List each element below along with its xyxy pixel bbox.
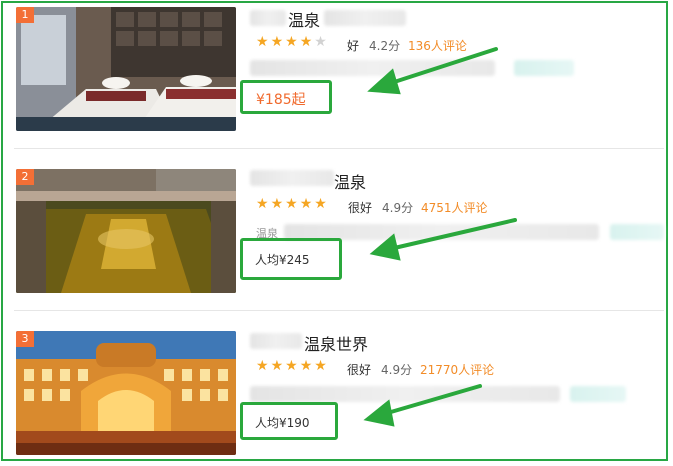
arrow-line <box>386 47 498 86</box>
arrow-head-icon <box>367 68 401 95</box>
arrow-head-icon <box>369 233 401 261</box>
arrow-line <box>382 384 482 416</box>
annotation-arrows <box>363 47 517 427</box>
arrow-head-icon <box>363 399 395 427</box>
arrow-line <box>388 218 517 251</box>
